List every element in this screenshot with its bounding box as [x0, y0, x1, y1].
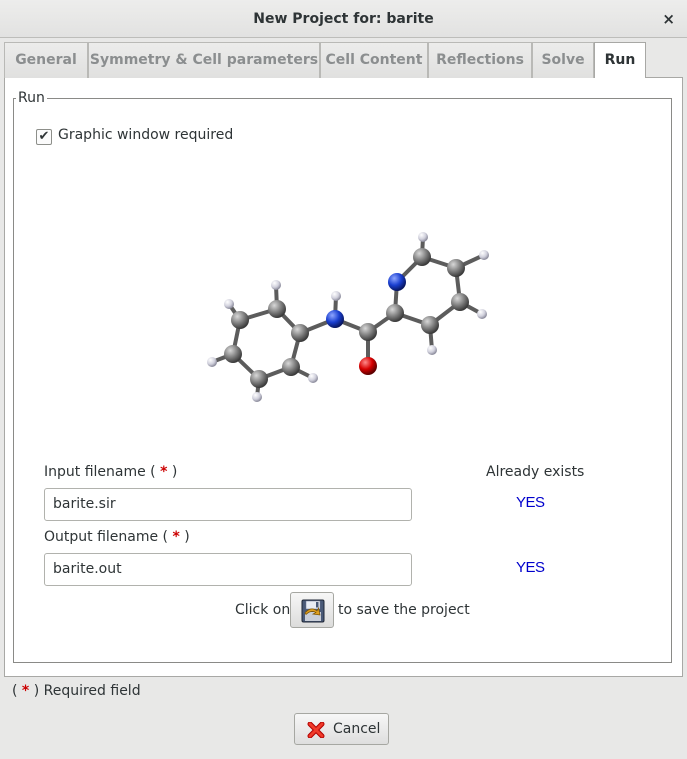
tab-cell-content[interactable]: Cell Content	[320, 42, 428, 78]
tab-reflections[interactable]: Reflections	[428, 42, 532, 78]
required-star: *	[172, 529, 180, 545]
save-hint-after: to save the project	[338, 602, 470, 618]
tab-solve[interactable]: Solve	[532, 42, 594, 78]
save-floppy-icon	[301, 599, 325, 623]
graphic-window-label[interactable]: Graphic window required	[58, 127, 233, 143]
required-field-note: ( * ) Required field	[12, 683, 141, 699]
required-star: *	[21, 683, 30, 699]
oxygen-atom	[359, 357, 377, 375]
graphic-window-checkbox[interactable]: ✔	[36, 129, 52, 145]
close-button[interactable]: ×	[662, 0, 675, 38]
save-project-button[interactable]	[290, 592, 334, 628]
tab-run[interactable]: Run	[594, 42, 646, 79]
tab-general[interactable]: General	[4, 42, 88, 78]
required-star: *	[160, 464, 168, 480]
run-frame-title: Run	[16, 90, 47, 106]
cancel-x-icon	[307, 722, 325, 738]
nitrogen-atom-amide	[326, 310, 344, 328]
input-exists-status: YES	[516, 494, 545, 511]
cancel-button[interactable]: Cancel	[294, 713, 389, 745]
nitrogen-atom-ring	[388, 273, 406, 291]
window-titlebar: New Project for: barite ×	[0, 0, 687, 38]
output-exists-status: YES	[516, 559, 545, 576]
cancel-button-label: Cancel	[333, 721, 381, 737]
input-filename-field[interactable]: barite.sir	[44, 488, 412, 521]
already-exists-header: Already exists	[486, 464, 585, 480]
tab-symmetry-cell-parameters[interactable]: Symmetry & Cell parameters	[88, 42, 320, 78]
tab-bar: General Symmetry & Cell parameters Cell …	[4, 42, 683, 79]
output-filename-field[interactable]: barite.out	[44, 553, 412, 586]
output-filename-label: Output filename ( * )	[44, 529, 190, 545]
save-hint-before: Click on	[235, 602, 291, 618]
molecule-image	[207, 232, 489, 402]
carbon-atoms	[224, 248, 469, 388]
input-filename-label: Input filename ( * )	[44, 464, 178, 480]
window-title: New Project for: barite	[253, 11, 434, 27]
